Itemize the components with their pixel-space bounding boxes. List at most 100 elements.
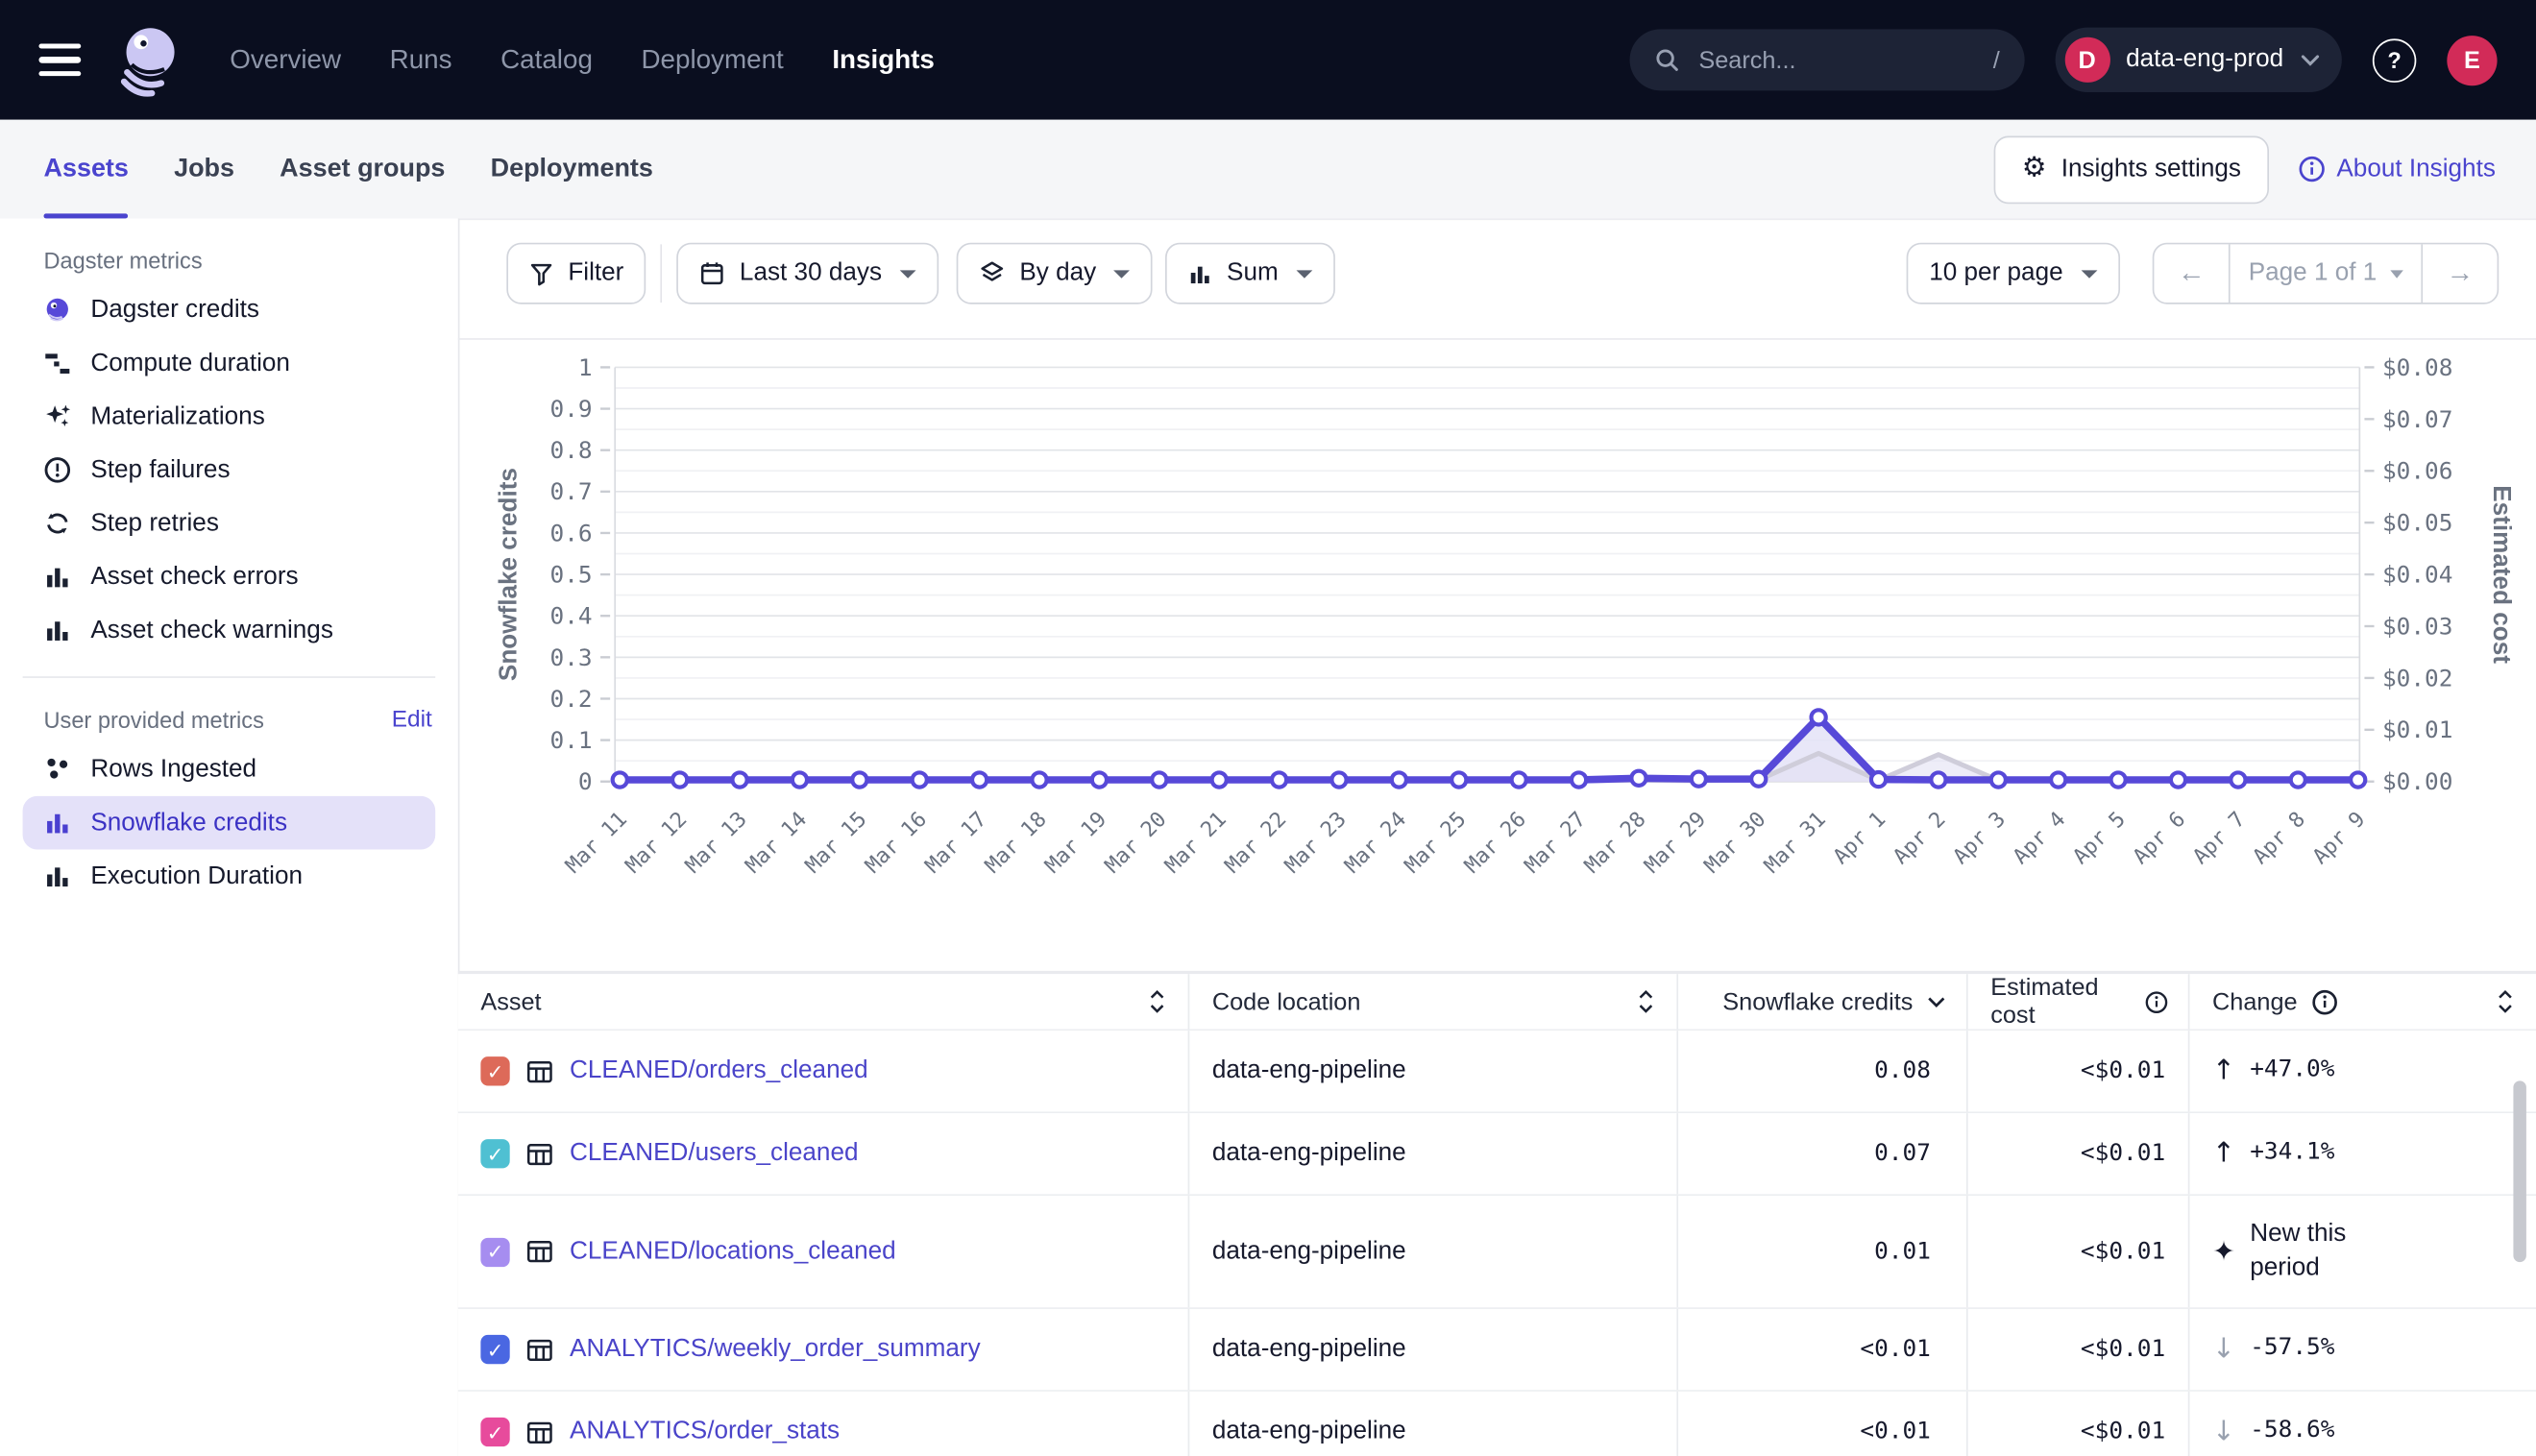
user-avatar[interactable]: E <box>2447 35 2497 85</box>
svg-text:Mar 30: Mar 30 <box>1700 808 1771 879</box>
svg-text:Apr 4: Apr 4 <box>2009 808 2070 869</box>
sidebar-item-materializations[interactable]: Materializations <box>23 390 436 444</box>
sidebar-item-snowflake-credits[interactable]: Snowflake credits <box>23 796 436 850</box>
sidebar-item-execution-duration[interactable]: Execution Duration <box>23 849 436 903</box>
credits-cell: 0.08 <box>1676 1031 1966 1111</box>
column-header-change[interactable]: Change <box>2188 974 2536 1029</box>
search-input[interactable] <box>1695 44 1977 75</box>
table-asset-icon <box>526 1238 554 1266</box>
sidebar-item-step-failures[interactable]: Step failures <box>23 444 436 497</box>
sidebar-item-asset-check-errors[interactable]: Asset check errors <box>23 550 436 604</box>
sidebar-item-compute-duration[interactable]: Compute duration <box>23 336 436 390</box>
row-checkbox-checked[interactable] <box>480 1139 509 1168</box>
hamburger-menu-icon[interactable] <box>38 43 81 76</box>
nav-item-insights[interactable]: Insights <box>832 44 935 75</box>
svg-text:Mar 26: Mar 26 <box>1460 808 1531 879</box>
calendar-icon <box>699 260 725 286</box>
layers-icon <box>979 260 1005 286</box>
funnel-icon <box>529 261 553 285</box>
change-cell: ↑ +47.0% <box>2188 1031 2536 1111</box>
alert-circle-icon <box>43 456 71 484</box>
table-row: CLEANED/users_cleaned data-eng-pipeline … <box>458 1113 2536 1196</box>
arrow-down-icon: ↓ <box>2212 1333 2235 1366</box>
tab-jobs[interactable]: Jobs <box>174 120 234 219</box>
sort-icon[interactable] <box>2494 988 2517 1014</box>
svg-text:$0.02: $0.02 <box>2382 664 2452 692</box>
sidebar-item-dagster-credits[interactable]: Dagster credits <box>23 283 436 337</box>
next-page-button[interactable]: → <box>2423 244 2497 303</box>
nav-item-runs[interactable]: Runs <box>390 44 452 75</box>
svg-text:Mar 31: Mar 31 <box>1760 808 1831 879</box>
arrow-up-icon: ↑ <box>2212 1055 2235 1087</box>
page-indicator[interactable]: Page 1 of 1 <box>2229 244 2423 303</box>
column-header-asset[interactable]: Asset <box>458 974 1188 1029</box>
svg-text:Mar 17: Mar 17 <box>921 808 992 879</box>
nav-item-overview[interactable]: Overview <box>230 44 341 75</box>
insights-tabs-row: Assets Jobs Asset groups Deployments ⚙ I… <box>0 120 2536 220</box>
prev-page-button[interactable]: ← <box>2154 244 2228 303</box>
nav-item-catalog[interactable]: Catalog <box>500 44 593 75</box>
sort-icon[interactable] <box>1146 988 1169 1014</box>
asset-link[interactable]: ANALYTICS/weekly_order_summary <box>570 1335 981 1364</box>
help-icon[interactable]: ? <box>2373 38 2416 82</box>
sidebar-item-rows-ingested[interactable]: Rows Ingested <box>23 742 436 796</box>
granularity-dropdown[interactable]: By day <box>957 243 1154 304</box>
about-insights-link[interactable]: About Insights <box>2298 155 2496 183</box>
column-header-snowflake-credits[interactable]: Snowflake credits <box>1676 974 1966 1029</box>
row-checkbox-checked[interactable] <box>480 1056 509 1085</box>
svg-text:0.9: 0.9 <box>550 395 593 423</box>
section-divider <box>458 338 2536 340</box>
tab-deployments[interactable]: Deployments <box>491 120 653 219</box>
org-switcher[interactable]: D data-eng-prod <box>2055 28 2342 92</box>
dagster-logo[interactable] <box>110 23 184 97</box>
search-box[interactable]: / <box>1629 29 2024 90</box>
primary-nav: Overview Runs Catalog Deployment Insight… <box>230 44 935 75</box>
aggregation-dropdown[interactable]: Sum <box>1165 243 1335 304</box>
svg-text:Mar 20: Mar 20 <box>1101 808 1172 879</box>
svg-text:0: 0 <box>578 767 593 795</box>
svg-text:0.2: 0.2 <box>550 685 593 713</box>
svg-text:$0.04: $0.04 <box>2382 561 2452 589</box>
cost-cell: <$0.01 <box>1966 1309 2188 1390</box>
table-row: CLEANED/locations_cleaned data-eng-pipel… <box>458 1196 2536 1309</box>
row-checkbox-checked[interactable] <box>480 1335 509 1364</box>
asset-link[interactable]: CLEANED/orders_cleaned <box>570 1056 868 1085</box>
row-checkbox-checked[interactable] <box>480 1418 509 1446</box>
sidebar-item-asset-check-warnings[interactable]: Asset check warnings <box>23 603 436 657</box>
tab-asset-groups[interactable]: Asset groups <box>280 120 445 219</box>
svg-text:Mar 11: Mar 11 <box>561 808 632 879</box>
bar-chart-icon <box>43 809 71 837</box>
svg-text:Apr 8: Apr 8 <box>2249 808 2310 869</box>
column-header-code-location[interactable]: Code location <box>1188 974 1677 1029</box>
sidebar-item-step-retries[interactable]: Step retries <box>23 497 436 550</box>
insights-settings-button[interactable]: ⚙ Insights settings <box>1994 135 2268 204</box>
sidebar-divider <box>23 676 436 678</box>
org-name: data-eng-prod <box>2126 45 2283 74</box>
nav-item-deployment[interactable]: Deployment <box>641 44 783 75</box>
tab-assets[interactable]: Assets <box>43 120 128 219</box>
svg-text:Apr 5: Apr 5 <box>2068 808 2130 869</box>
sort-desc-icon[interactable] <box>1926 994 1947 1008</box>
sparkle-icon <box>43 403 71 431</box>
svg-text:Mar 12: Mar 12 <box>622 808 693 879</box>
sort-icon[interactable] <box>1635 988 1658 1014</box>
svg-text:Mar 27: Mar 27 <box>1521 808 1592 879</box>
column-header-estimated-cost[interactable]: Estimated cost <box>1966 974 2188 1029</box>
svg-text:1: 1 <box>578 353 593 381</box>
arrow-down-icon: ↓ <box>2212 1416 2235 1448</box>
per-page-dropdown[interactable]: 10 per page <box>1907 243 2120 304</box>
asset-link[interactable]: ANALYTICS/order_stats <box>570 1418 840 1446</box>
filter-button[interactable]: Filter <box>506 243 646 304</box>
edit-metrics-link[interactable]: Edit <box>392 707 432 733</box>
date-range-dropdown[interactable]: Last 30 days <box>676 243 939 304</box>
scrollbar-thumb[interactable] <box>2513 1080 2525 1262</box>
asset-link[interactable]: CLEANED/users_cleaned <box>570 1139 858 1168</box>
sparkle-icon: ✦ <box>2212 1235 2235 1268</box>
credits-cell: <0.01 <box>1676 1392 1966 1456</box>
table-asset-icon <box>526 1140 554 1168</box>
asset-link[interactable]: CLEANED/locations_cleaned <box>570 1237 896 1266</box>
cost-cell: <$0.01 <box>1966 1196 2188 1307</box>
credits-cell: 0.07 <box>1676 1113 1966 1194</box>
svg-text:Estimated cost: Estimated cost <box>2488 485 2517 664</box>
row-checkbox-checked[interactable] <box>480 1237 509 1266</box>
